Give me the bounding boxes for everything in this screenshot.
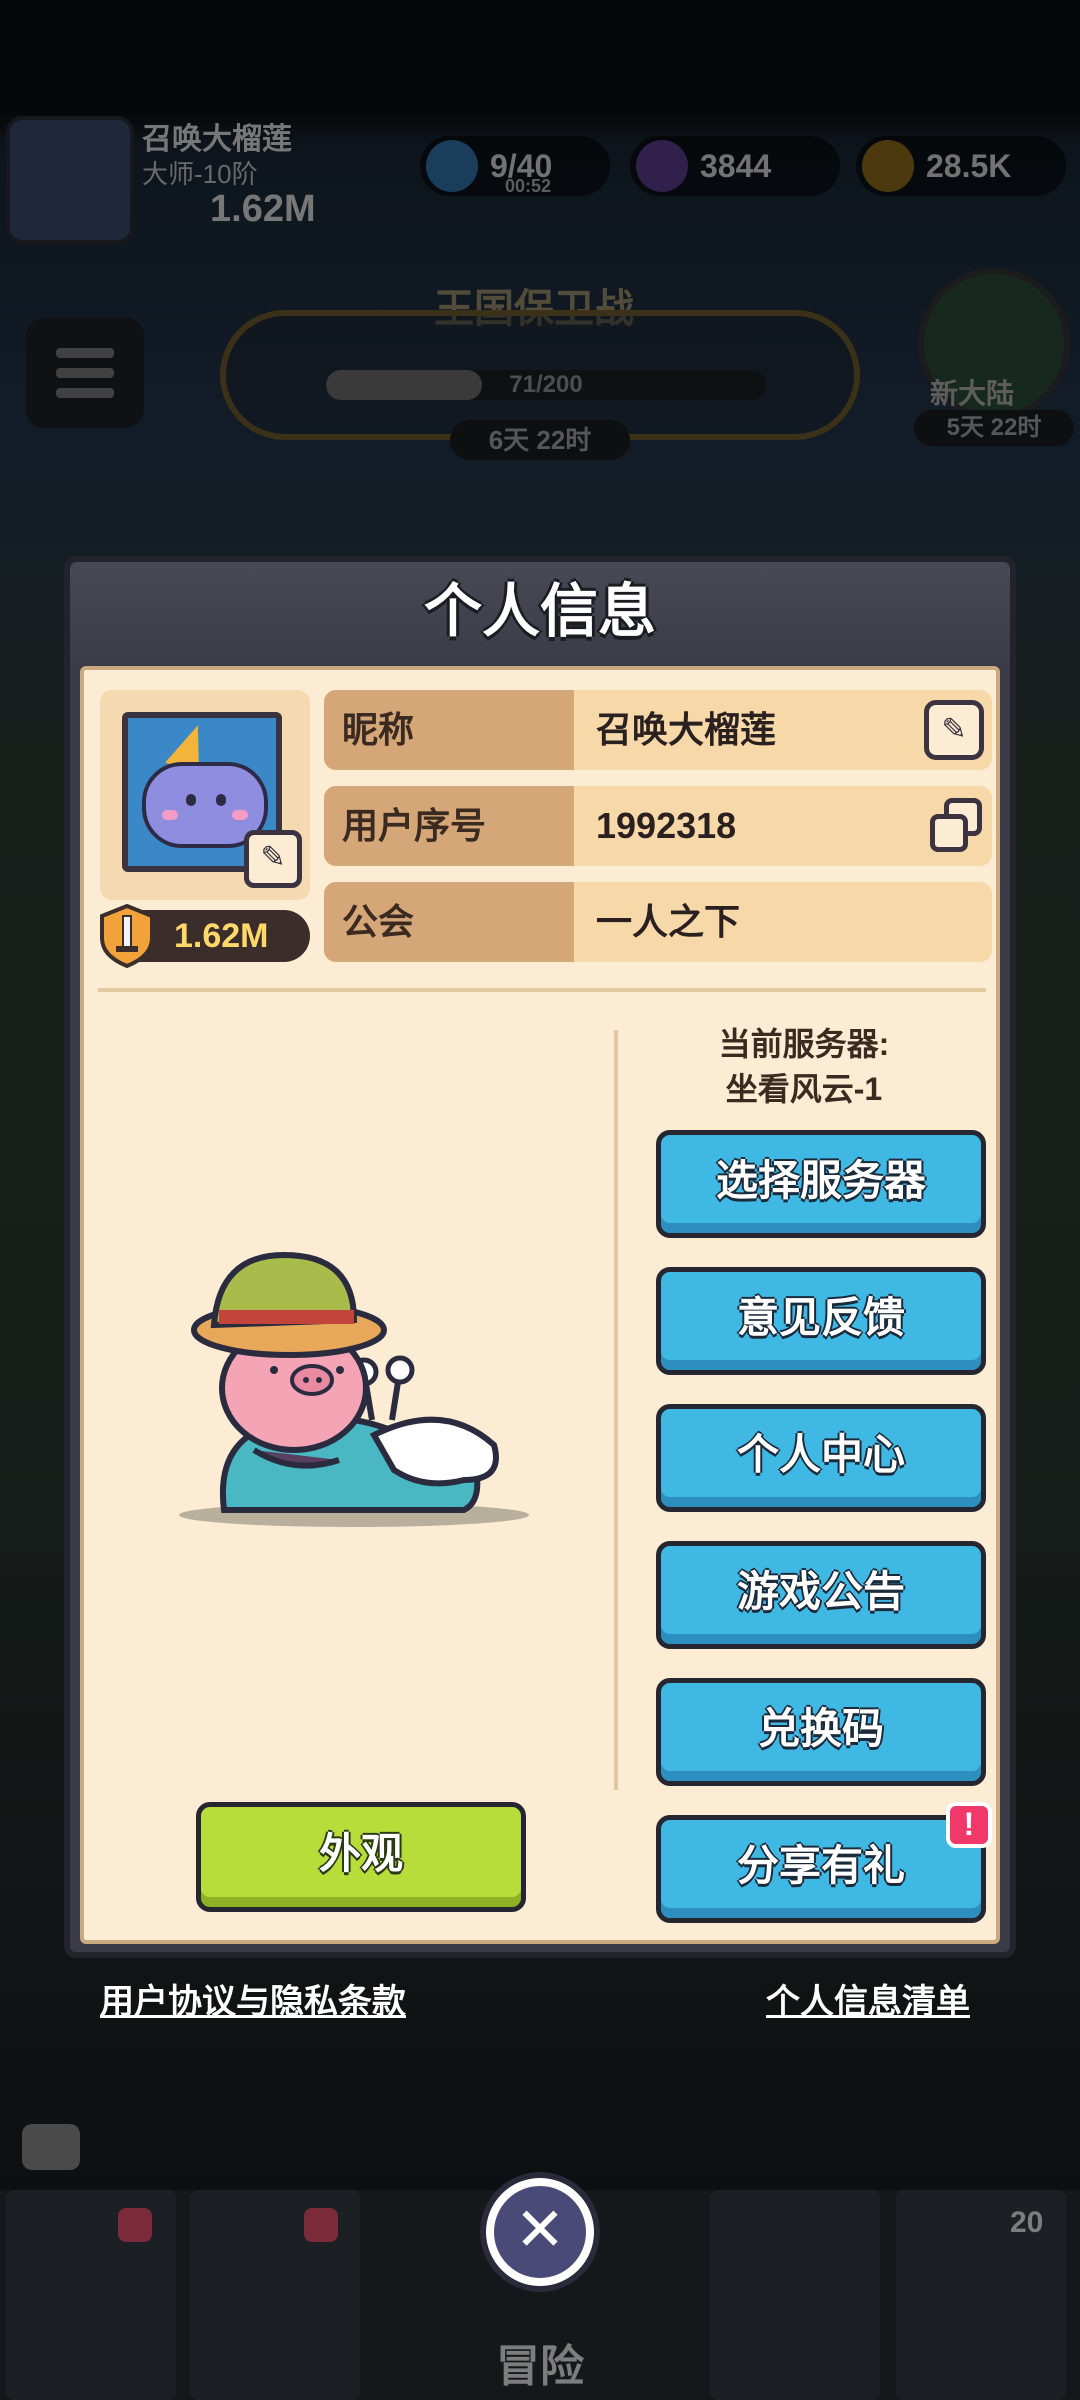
user-id-label: 用户序号 — [324, 786, 574, 866]
character-illustration — [179, 1251, 529, 1527]
guild-label: 公会 — [324, 882, 574, 962]
guild-value: 一人之下 — [596, 901, 741, 942]
user-agreement-link[interactable]: 用户协议与隐私条款 — [100, 1974, 406, 2023]
divider-horizontal — [98, 988, 986, 992]
avatar-cheek — [232, 810, 248, 820]
alert-badge — [304, 2208, 338, 2242]
dialog-title: 个人信息 — [70, 562, 1010, 662]
divider-vertical — [614, 1030, 618, 1790]
chat-icon[interactable] — [22, 2124, 80, 2170]
current-server-name: 坐看风云-1 — [725, 1071, 883, 1107]
avatar-eye — [216, 794, 226, 806]
announcements-button[interactable]: 游戏公告 — [656, 1541, 986, 1649]
profile-dialog: 个人信息 ✎ 1.62M 昵称 召唤大榴莲 ✎ 用户序号 1992318 公会 … — [64, 556, 1016, 1958]
personal-center-button[interactable]: 个人中心 — [656, 1404, 986, 1512]
guild-row: 公会 一人之下 — [324, 882, 992, 962]
close-dialog-button[interactable]: ✕ — [486, 2178, 594, 2286]
personal-info-list-link[interactable]: 个人信息清单 — [766, 1974, 970, 2023]
appearance-button[interactable]: 外观 — [196, 1802, 526, 1912]
power-value: 1.62M — [174, 917, 269, 955]
nickname-label: 昵称 — [324, 690, 574, 770]
close-icon: ✕ — [514, 2196, 566, 2263]
share-alert-badge: ! — [946, 1802, 992, 1848]
sword-shield-icon — [100, 904, 154, 968]
chest-count: 20 — [1010, 2206, 1044, 2239]
edit-icon: ✎ — [941, 713, 967, 746]
copy-icon-back — [930, 814, 968, 852]
avatar-eye — [186, 794, 196, 806]
nav-adventure-label: 冒险 — [496, 2342, 584, 2391]
redeem-code-button[interactable]: 兑换码 — [656, 1678, 986, 1786]
copy-user-id-button[interactable] — [924, 796, 984, 856]
edit-icon: ✎ — [260, 841, 286, 874]
edit-avatar-button[interactable]: ✎ — [244, 830, 302, 888]
avatar-container: ✎ — [100, 690, 310, 900]
select-server-button[interactable]: 选择服务器 — [656, 1130, 986, 1238]
current-server-title: 当前服务器: — [718, 1026, 890, 1062]
power-display: 1.62M — [100, 904, 310, 968]
share-reward-button[interactable]: 分享有礼 — [656, 1815, 986, 1923]
nickname-row: 昵称 召唤大榴莲 ✎ — [324, 690, 992, 770]
dialog-body: ✎ 1.62M 昵称 召唤大榴莲 ✎ 用户序号 1992318 公会 一人之下 … — [80, 666, 1000, 1944]
user-id-value: 1992318 — [596, 805, 737, 846]
nav-upgrade[interactable] — [710, 2190, 880, 2400]
alert-badge — [118, 2208, 152, 2242]
feedback-button[interactable]: 意见反馈 — [656, 1267, 986, 1375]
edit-nickname-button[interactable]: ✎ — [924, 700, 984, 760]
user-id-row: 用户序号 1992318 — [324, 786, 992, 866]
avatar-cheek — [162, 810, 178, 820]
nickname-value: 召唤大榴莲 — [596, 709, 777, 750]
